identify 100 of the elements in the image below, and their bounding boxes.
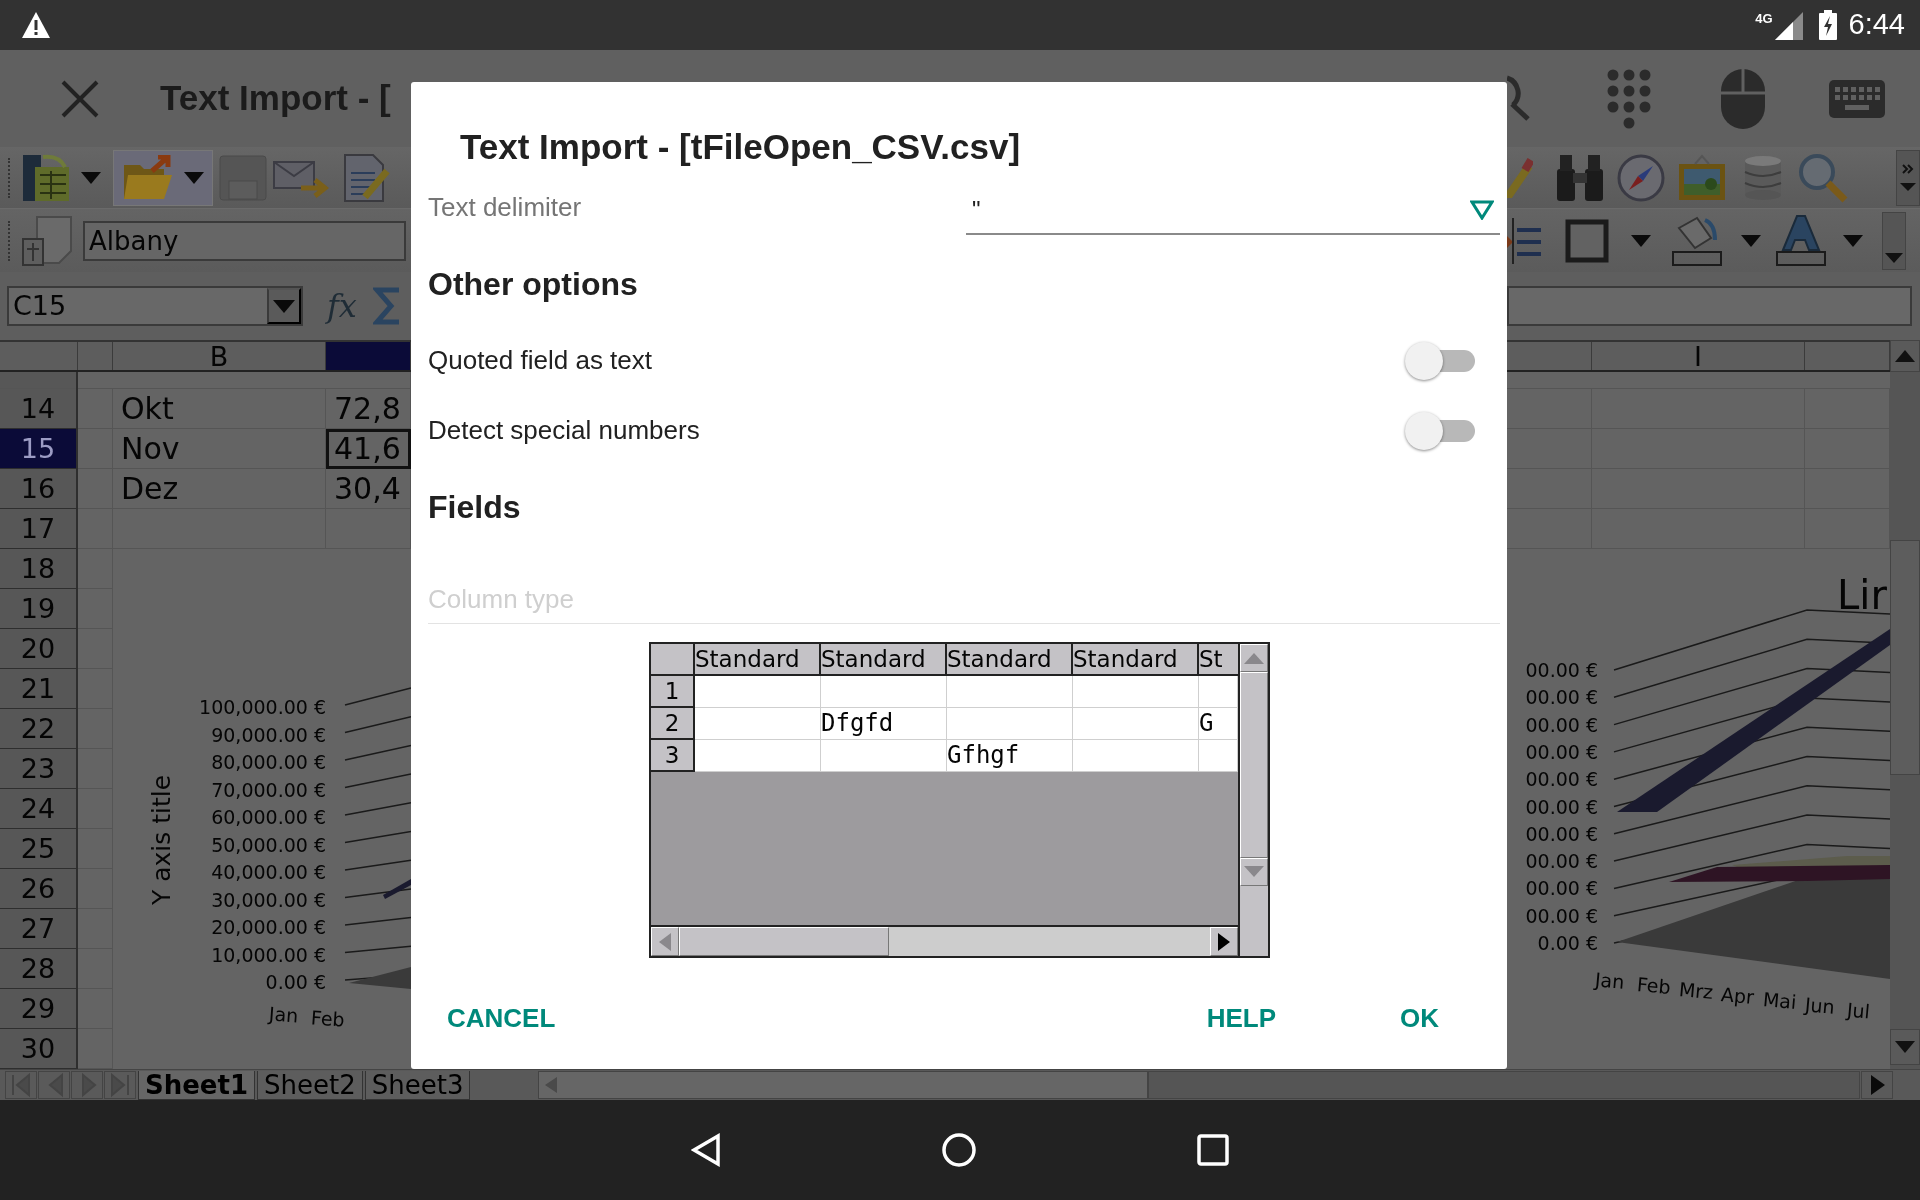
spreadsheet-icon[interactable]	[21, 152, 71, 203]
keyboard-icon[interactable]	[1829, 79, 1885, 118]
chart-floor	[349, 967, 411, 989]
dialog-button[interactable]: CANCEL	[439, 991, 564, 1046]
axis-category-label: Jan	[1594, 970, 1626, 992]
compass-icon[interactable]	[1617, 153, 1665, 202]
pencil-icon[interactable]	[1507, 157, 1533, 198]
keypad-icon[interactable]	[1607, 68, 1651, 129]
sum-icon[interactable]	[372, 286, 399, 326]
dropdown-caret-icon[interactable]	[81, 171, 101, 184]
save-icon[interactable]	[219, 154, 267, 201]
grid-line	[344, 744, 411, 761]
border-icon[interactable]	[1565, 218, 1609, 263]
row-header: 1	[651, 676, 695, 708]
dropdown-triangle-icon	[1470, 200, 1494, 220]
row-header: 2	[651, 708, 695, 740]
axis-tick-label: 00.00 €	[1525, 687, 1598, 707]
axis-tick-label: 30,000.00 €	[211, 890, 326, 909]
grid-line	[344, 916, 411, 926]
previous-sheet-button[interactable]	[38, 1071, 70, 1099]
dialog-title: Text Import - [tFileOpen_CSV.csv]	[459, 126, 1022, 168]
axis-tick-label: 00.00 €	[1525, 878, 1598, 898]
scroll-left-button[interactable]	[651, 927, 679, 956]
bullet-list-icon[interactable]	[1507, 217, 1541, 264]
sheet-tab[interactable]: Sheet2	[257, 1070, 363, 1100]
column-header: St	[1199, 644, 1238, 676]
vertical-scrollbar[interactable]	[1890, 372, 1920, 1069]
dropdown-button[interactable]	[267, 288, 301, 324]
row-header: 15	[0, 429, 76, 469]
grid-line	[344, 715, 411, 734]
delimiter-dropdown[interactable]: "	[966, 187, 1500, 235]
edit-document-icon[interactable]	[341, 152, 391, 203]
clock-time: 6:44	[1848, 7, 1905, 43]
axis-tick-label: 00.00 €	[1525, 742, 1598, 762]
grid-line	[344, 773, 411, 789]
sheet-tab[interactable]: Sheet3	[364, 1070, 471, 1100]
close-icon	[60, 78, 100, 119]
row-header: 22	[0, 709, 76, 749]
column-header: Standard	[821, 644, 947, 676]
table-cell: Dfgfd	[821, 708, 947, 740]
first-sheet-button[interactable]	[5, 1071, 37, 1099]
app-title: Text Import - [	[160, 77, 391, 120]
caret-icon	[184, 171, 204, 184]
scroll-down-button[interactable]	[1882, 211, 1906, 270]
horizontal-scrollbar[interactable]	[538, 1071, 1149, 1099]
axis-tick-label: 0.00 €	[1537, 933, 1598, 953]
last-sheet-button[interactable]	[104, 1071, 136, 1099]
caret-icon	[1895, 1041, 1915, 1053]
folder-icon	[122, 154, 174, 201]
grid-line	[344, 802, 411, 816]
axis-tick-label: 10,000.00 €	[211, 945, 326, 964]
axis-tick-label: 00.00 €	[1525, 715, 1598, 735]
series-band	[383, 879, 411, 899]
caret-icon[interactable]	[1741, 234, 1761, 247]
zoom-icon[interactable]	[1797, 151, 1849, 204]
sheet-tab[interactable]: Sheet1	[138, 1070, 256, 1100]
axis-tick-label: 40,000.00 €	[211, 862, 326, 882]
dialog-button[interactable]: HELP	[1198, 991, 1284, 1046]
row-header: 29	[0, 989, 76, 1029]
caret-icon[interactable]	[1631, 234, 1651, 247]
table-cell: Gfhgf	[947, 740, 1073, 772]
font-name-field[interactable]: Albany	[83, 220, 406, 261]
overflow-button[interactable]	[1896, 149, 1920, 206]
name-box-field[interactable]: C15	[7, 286, 303, 326]
open-button[interactable]	[113, 149, 213, 206]
axis-tick-label: 100,000.00 €	[199, 697, 326, 717]
grid-line	[344, 830, 411, 844]
grid-line	[344, 859, 411, 871]
warning-icon	[21, 11, 51, 39]
chart-title: Lir	[1837, 575, 1887, 615]
back-icon[interactable]	[691, 1133, 721, 1167]
mouse-icon[interactable]	[1721, 68, 1765, 129]
scroll-up-button[interactable]	[1890, 340, 1920, 372]
function-wizard-button[interactable]: fx	[323, 286, 361, 326]
network-type: 4G	[1755, 10, 1773, 28]
axis-category-label: Jun	[1804, 995, 1836, 1017]
formula-input-field[interactable]	[1507, 286, 1912, 326]
axis-tick-label: 00.00 €	[1525, 797, 1598, 816]
field-label: Text delimiter	[428, 190, 582, 224]
axis-category-label: Mai	[1762, 990, 1798, 1012]
recents-icon[interactable]	[1197, 1134, 1229, 1166]
font-color-icon[interactable]	[1775, 213, 1827, 268]
template-icon[interactable]	[21, 214, 73, 267]
picture-frame-icon[interactable]	[1677, 153, 1727, 202]
section-heading: Other options	[428, 264, 638, 304]
close-button[interactable]	[60, 78, 100, 119]
scroll-down-button[interactable]	[1890, 1029, 1920, 1065]
home-icon[interactable]	[941, 1132, 977, 1168]
next-sheet-button[interactable]	[71, 1071, 103, 1099]
caret-icon[interactable]	[1843, 234, 1863, 247]
row-header: 17	[0, 509, 76, 549]
binoculars-icon[interactable]	[1555, 152, 1605, 203]
axis-category-label: Feb	[1636, 975, 1672, 997]
caret-icon	[1216, 930, 1232, 953]
row-header: 16	[0, 469, 76, 509]
axis-tick-label: 00.00 €	[1525, 769, 1598, 789]
database-icon[interactable]	[1743, 154, 1783, 201]
scroll-thumb[interactable]	[1890, 540, 1920, 775]
row-header: 26	[0, 869, 76, 909]
dialog-button[interactable]: OK	[1392, 991, 1447, 1046]
